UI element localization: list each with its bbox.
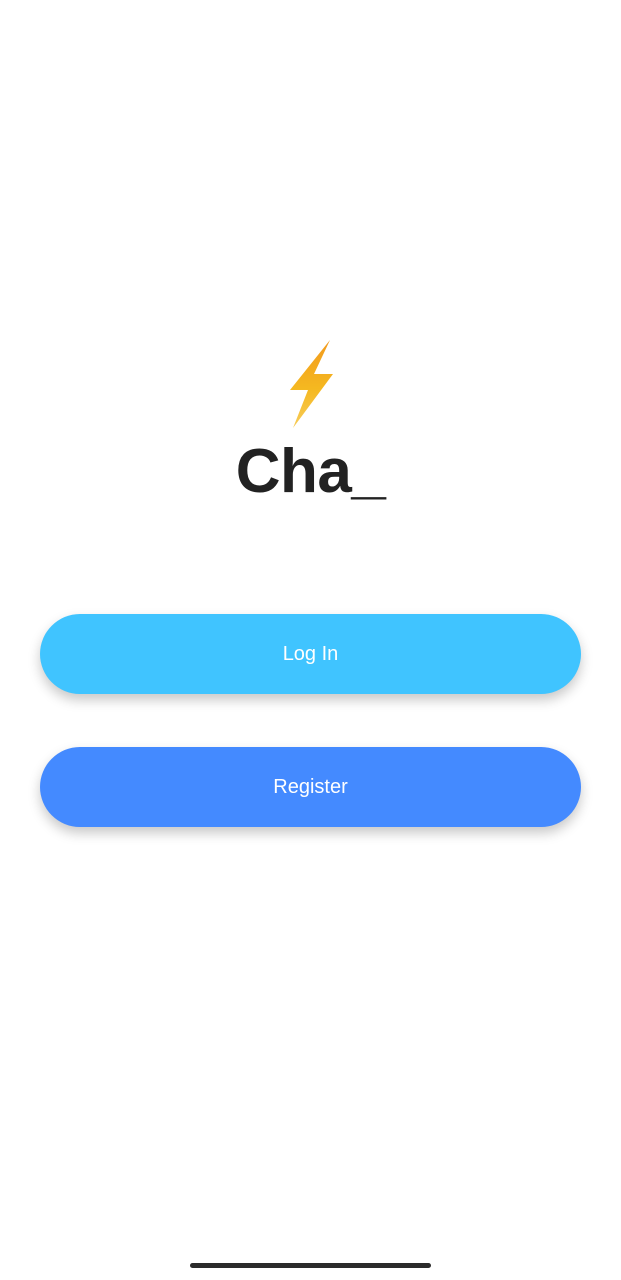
login-button-label: Log In: [282, 642, 339, 665]
lightning-bolt-icon: [290, 340, 333, 428]
home-indicator[interactable]: [190, 1263, 431, 1268]
login-button[interactable]: Log In: [40, 614, 581, 694]
register-button-label: Register: [273, 775, 348, 798]
app-title: Cha_: [235, 437, 386, 506]
register-button[interactable]: Register: [40, 747, 581, 827]
